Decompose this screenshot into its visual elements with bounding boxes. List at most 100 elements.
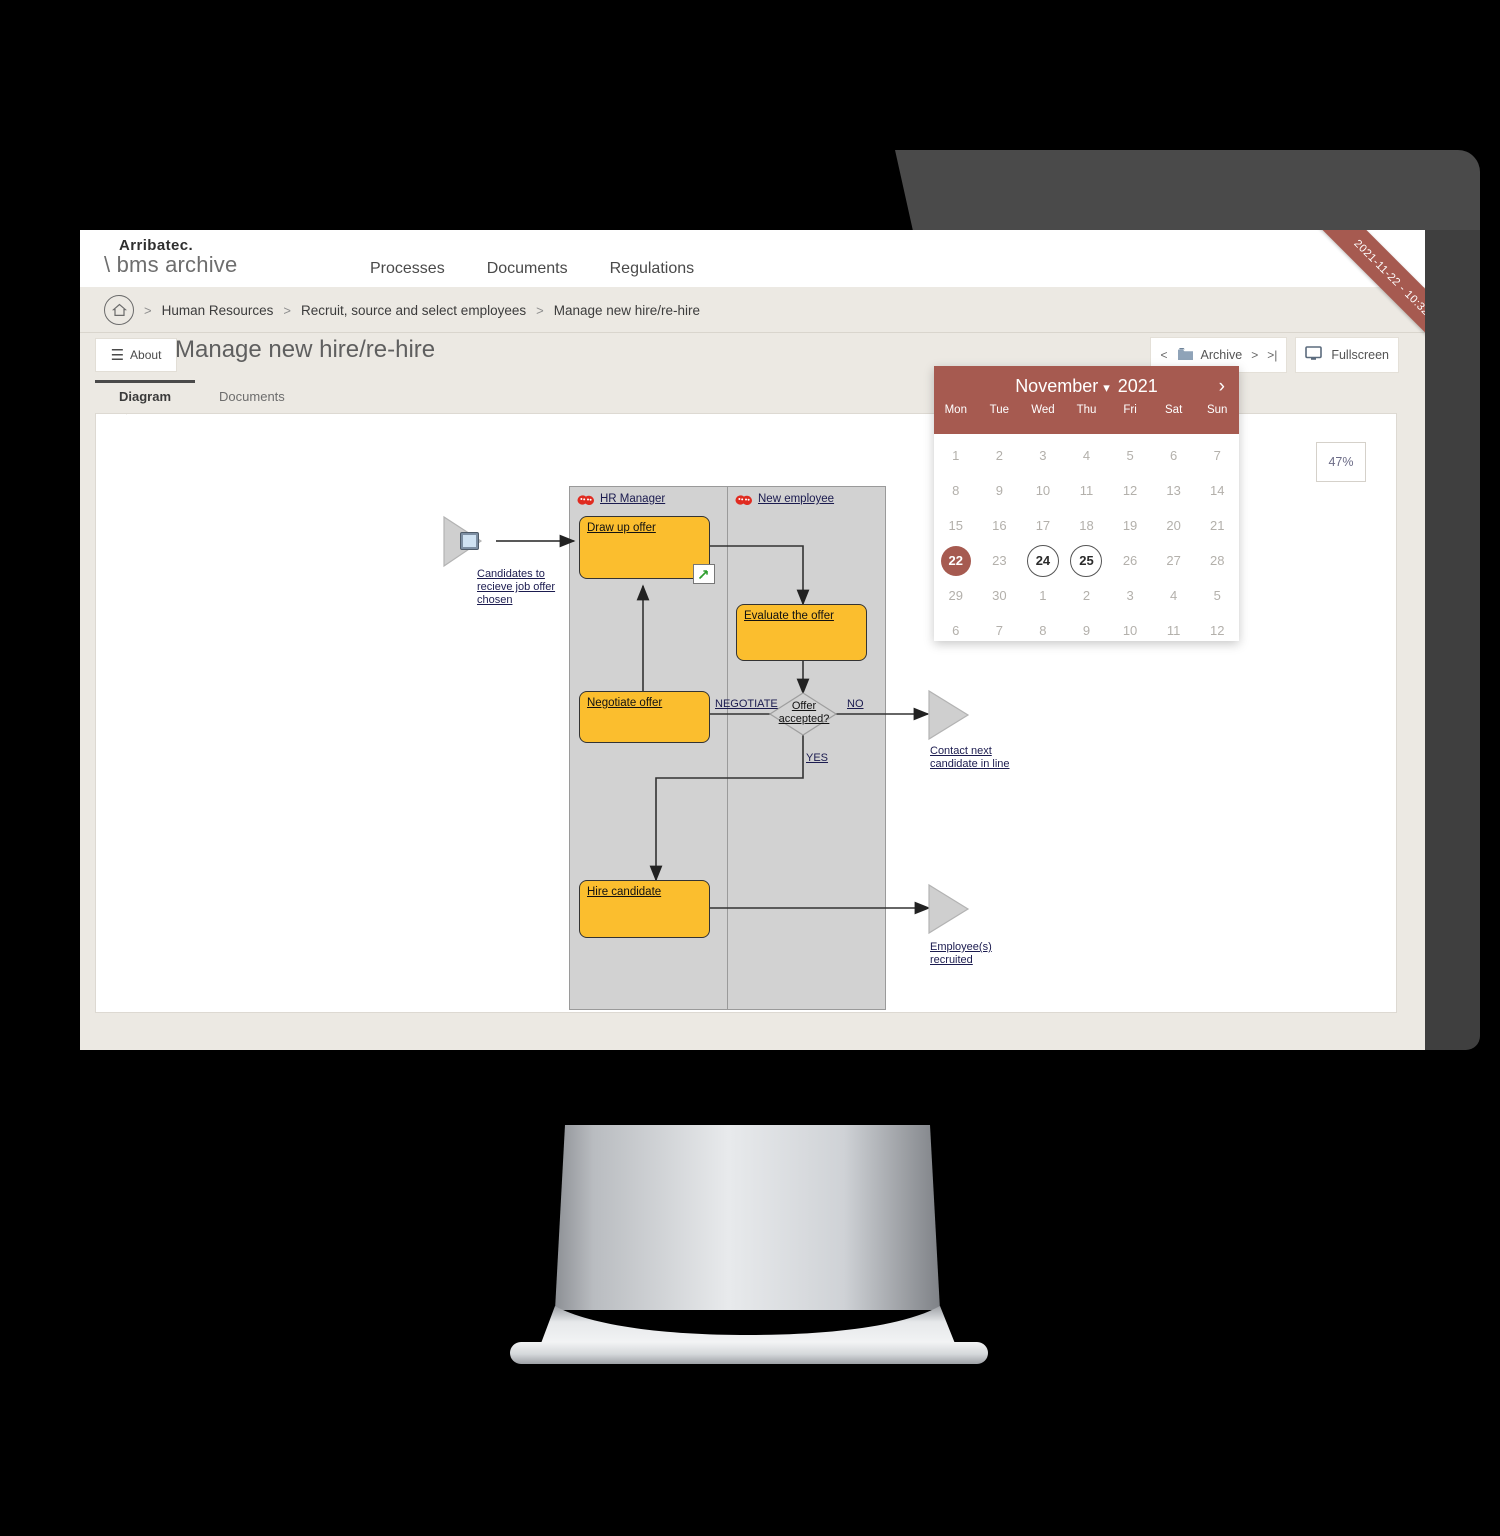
calendar-day-number: 1 bbox=[952, 448, 960, 463]
calendar-day[interactable]: 9 bbox=[1065, 613, 1109, 648]
archive-next-button[interactable]: > bbox=[1251, 348, 1258, 362]
calendar-day-number: 27 bbox=[1166, 553, 1181, 568]
calendar-day[interactable]: 12 bbox=[1108, 473, 1152, 508]
calendar-day[interactable]: 10 bbox=[1021, 473, 1065, 508]
breadcrumb: > Human Resources > Recruit, source and … bbox=[104, 295, 700, 325]
chevron-down-icon: ▾ bbox=[1103, 380, 1110, 395]
calendar-day[interactable]: 28 bbox=[1195, 543, 1239, 578]
breadcrumb-item-0[interactable]: Human Resources bbox=[162, 303, 274, 318]
about-button[interactable]: ☰ About bbox=[95, 338, 177, 372]
calendar-day[interactable]: 7 bbox=[978, 613, 1022, 648]
calendar-day[interactable]: 2 bbox=[1065, 578, 1109, 613]
calendar-day-number: 13 bbox=[1166, 483, 1181, 498]
calendar-day[interactable]: 6 bbox=[1152, 438, 1196, 473]
nav-item-processes[interactable]: Processes bbox=[370, 260, 445, 278]
site-logo[interactable]: Arribatec. \ bms archive bbox=[104, 237, 237, 278]
chevron-right-icon[interactable]: › bbox=[1219, 376, 1225, 398]
breadcrumb-bar: > Human Resources > Recruit, source and … bbox=[80, 287, 1425, 333]
calendar-day[interactable]: 4 bbox=[1065, 438, 1109, 473]
calendar-day-number: 11 bbox=[1079, 483, 1094, 498]
calendar-day-number: 11 bbox=[1166, 623, 1181, 638]
calendar-day[interactable]: 11 bbox=[1065, 473, 1109, 508]
calendar-day-number: 23 bbox=[992, 553, 1007, 568]
calendar-weekday-row: Mon Tue Wed Thu Fri Sat Sun bbox=[934, 404, 1239, 416]
tab-diagram[interactable]: Diagram bbox=[95, 380, 196, 412]
calendar-day-number: 7 bbox=[995, 623, 1003, 638]
calendar-day[interactable]: 14 bbox=[1195, 473, 1239, 508]
calendar-day[interactable]: 20 bbox=[1152, 508, 1196, 543]
breadcrumb-separator-2: > bbox=[283, 302, 291, 318]
fullscreen-button[interactable]: Fullscreen bbox=[1295, 337, 1399, 373]
calendar-day[interactable]: 15 bbox=[934, 508, 978, 543]
calendar-day[interactable]: 5 bbox=[1108, 438, 1152, 473]
task-negotiate-offer[interactable]: Negotiate offer bbox=[579, 691, 710, 743]
calendar-day[interactable]: 21 bbox=[1195, 508, 1239, 543]
weekday-mon: Mon bbox=[944, 404, 967, 416]
calendar-month-dropdown[interactable]: November ▾ bbox=[1015, 376, 1110, 397]
calendar-year-label: 2021 bbox=[1117, 376, 1158, 396]
folder-icon bbox=[1177, 347, 1194, 364]
nav-item-regulations[interactable]: Regulations bbox=[610, 260, 695, 278]
calendar-day[interactable]: 11 bbox=[1152, 613, 1196, 648]
browser-page: 2021-11-22 - 10:32 Arribatec. \ bms arch… bbox=[80, 230, 1425, 1050]
monitor-screen: 2021-11-22 - 10:32 Arribatec. \ bms arch… bbox=[80, 230, 1425, 1050]
task-hire-candidate[interactable]: Hire candidate bbox=[579, 880, 710, 938]
green-arrow-icon[interactable] bbox=[693, 564, 715, 584]
calendar-day[interactable]: 25 bbox=[1065, 543, 1109, 578]
calendar-day-number: 6 bbox=[952, 623, 960, 638]
calendar-day[interactable]: 1 bbox=[1021, 578, 1065, 613]
calendar-day-number: 16 bbox=[992, 518, 1007, 533]
task-evaluate-the-offer[interactable]: Evaluate the offer bbox=[736, 604, 867, 661]
calendar-day-number: 30 bbox=[992, 588, 1007, 603]
calendar-day[interactable]: 3 bbox=[1021, 438, 1065, 473]
calendar-day-number: 3 bbox=[1039, 448, 1047, 463]
calendar-day[interactable]: 13 bbox=[1152, 473, 1196, 508]
calendar-day[interactable]: 6 bbox=[934, 613, 978, 648]
calendar-day[interactable]: 4 bbox=[1152, 578, 1196, 613]
document-icon bbox=[460, 532, 479, 550]
calendar-day[interactable]: 27 bbox=[1152, 543, 1196, 578]
home-icon[interactable] bbox=[104, 295, 134, 325]
calendar-day[interactable]: 1 bbox=[934, 438, 978, 473]
calendar-day-number: 25 bbox=[1070, 544, 1103, 577]
monitor-stand bbox=[510, 1125, 988, 1364]
task-draw-up-offer[interactable]: Draw up offer bbox=[579, 516, 715, 584]
calendar-day-number: 24 bbox=[1026, 544, 1059, 577]
calendar-day[interactable]: 18 bbox=[1065, 508, 1109, 543]
calendar-day[interactable]: 26 bbox=[1108, 543, 1152, 578]
breadcrumb-item-2[interactable]: Manage new hire/re-hire bbox=[554, 303, 700, 318]
task-label-negotiate-offer: Negotiate offer bbox=[587, 697, 663, 709]
calendar-day[interactable]: 24 bbox=[1021, 543, 1065, 578]
breadcrumb-separator-1: > bbox=[144, 302, 152, 318]
calendar-day[interactable]: 17 bbox=[1021, 508, 1065, 543]
calendar-day[interactable]: 8 bbox=[934, 473, 978, 508]
archive-button[interactable]: Archive bbox=[1177, 347, 1242, 364]
archive-prev-button[interactable]: < bbox=[1160, 348, 1167, 362]
breadcrumb-item-1[interactable]: Recruit, source and select employees bbox=[301, 303, 526, 318]
calendar-day[interactable]: 30 bbox=[978, 578, 1022, 613]
task-label-draw-up-offer: Draw up offer bbox=[587, 522, 656, 534]
calendar-day[interactable]: 9 bbox=[978, 473, 1022, 508]
calendar-day[interactable]: 7 bbox=[1195, 438, 1239, 473]
nav-item-documents[interactable]: Documents bbox=[487, 260, 568, 278]
tab-documents[interactable]: Documents bbox=[195, 380, 309, 412]
logo-product-text: bms archive bbox=[116, 252, 238, 277]
calendar-day[interactable]: 22 bbox=[934, 543, 978, 578]
calendar-day[interactable]: 5 bbox=[1195, 578, 1239, 613]
calendar-day[interactable]: 10 bbox=[1108, 613, 1152, 648]
calendar-day[interactable]: 16 bbox=[978, 508, 1022, 543]
calendar-day-number: 8 bbox=[1039, 623, 1047, 638]
calendar-day-number: 10 bbox=[1035, 483, 1051, 498]
page-title: Manage new hire/re-hire bbox=[175, 336, 436, 363]
weekday-tue: Tue bbox=[989, 404, 1010, 416]
calendar-day[interactable]: 19 bbox=[1108, 508, 1152, 543]
calendar-day[interactable]: 12 bbox=[1195, 613, 1239, 648]
calendar-day[interactable]: 23 bbox=[978, 543, 1022, 578]
calendar-day[interactable]: 8 bbox=[1021, 613, 1065, 648]
calendar-day-number: 14 bbox=[1209, 483, 1225, 498]
calendar-day[interactable]: 29 bbox=[934, 578, 978, 613]
site-header: Arribatec. \ bms archive Processes Docum… bbox=[80, 230, 1425, 287]
archive-last-button[interactable]: >| bbox=[1267, 348, 1277, 362]
calendar-day[interactable]: 2 bbox=[978, 438, 1022, 473]
calendar-day[interactable]: 3 bbox=[1108, 578, 1152, 613]
